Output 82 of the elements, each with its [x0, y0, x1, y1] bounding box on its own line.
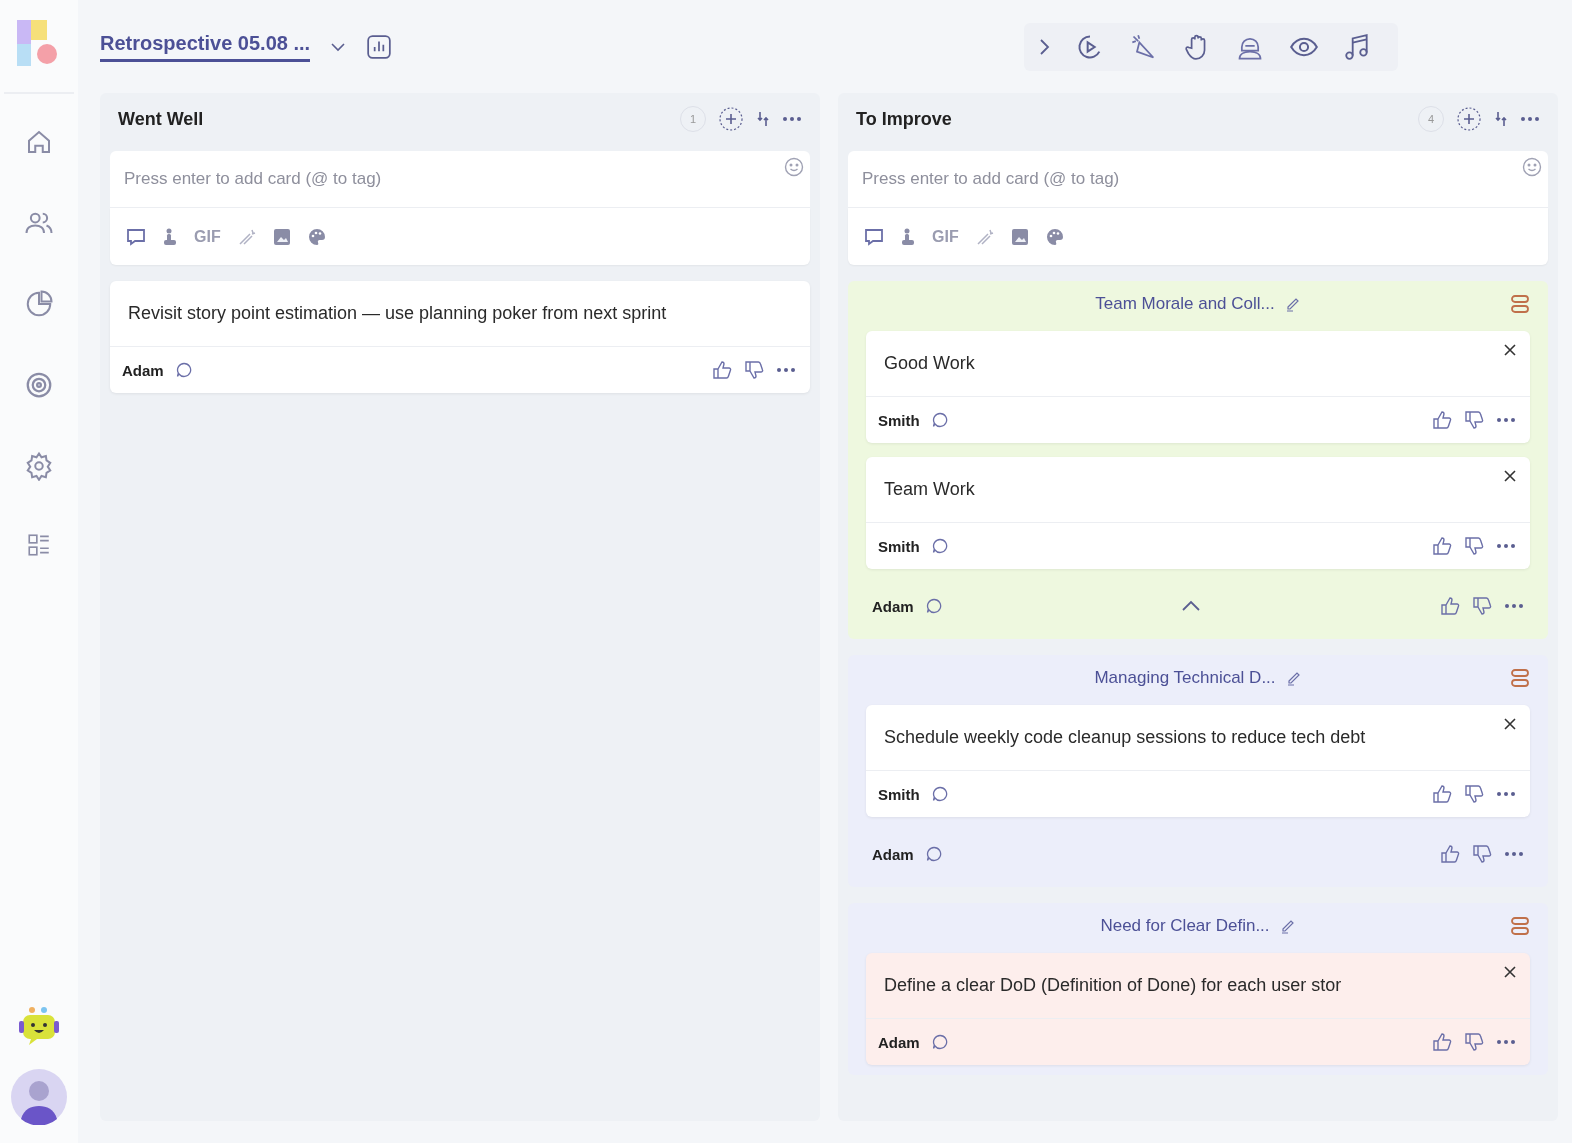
thumbs-up-icon[interactable] [1432, 784, 1452, 804]
card-text: Schedule weekly code cleanup sessions to reduce tech debt [866, 705, 1530, 771]
thumbs-up-icon[interactable] [1432, 536, 1452, 556]
pencil-icon[interactable] [1285, 670, 1302, 686]
music-note-icon[interactable] [1344, 32, 1370, 61]
close-icon[interactable] [1504, 966, 1516, 978]
chevron-up-icon[interactable] [1180, 600, 1201, 612]
thumbs-down-icon[interactable] [1472, 596, 1492, 616]
add-icon[interactable] [1456, 106, 1482, 132]
comment-icon[interactable] [925, 598, 942, 614]
more-icon[interactable] [1496, 543, 1516, 549]
column-title: Went Well [118, 108, 205, 130]
avatar-icon[interactable] [11, 1069, 67, 1125]
pencil-icon[interactable] [1279, 918, 1296, 934]
more-icon[interactable] [1496, 791, 1516, 797]
close-icon[interactable] [1504, 344, 1516, 356]
image-icon[interactable] [1010, 227, 1029, 246]
author-name: Smith [878, 537, 920, 555]
more-icon[interactable] [1520, 116, 1540, 122]
author-name: Adam [878, 1033, 920, 1051]
thumbs-down-icon[interactable] [1464, 536, 1484, 556]
add-card-field[interactable]: Press enter to add card (@ to tag) [848, 151, 1548, 208]
group-title[interactable]: Team Morale and Coll... [1095, 294, 1275, 314]
comment-icon[interactable] [126, 227, 146, 246]
author-name: Smith [878, 785, 920, 803]
thumbs-down-icon[interactable] [744, 360, 764, 380]
author-name: Adam [122, 361, 164, 379]
chevron-down-icon[interactable] [330, 41, 347, 52]
comment-icon[interactable] [931, 412, 948, 428]
more-icon[interactable] [1496, 1039, 1516, 1045]
ungroup-icon[interactable] [1510, 917, 1530, 935]
thumbs-up-icon[interactable] [1440, 844, 1460, 864]
more-icon[interactable] [1496, 417, 1516, 423]
card-text: Team Work [866, 457, 1530, 523]
sort-icon[interactable] [756, 110, 770, 128]
thumbs-down-icon[interactable] [1464, 410, 1484, 430]
add-icon[interactable] [718, 106, 744, 132]
ungroup-icon[interactable] [1510, 295, 1530, 313]
thumbs-up-icon[interactable] [1440, 596, 1460, 616]
card-text: Revisit story point estimation — use planning poker from next sprint [110, 281, 810, 347]
group-title[interactable]: Managing Technical D... [1094, 668, 1276, 688]
more-icon[interactable] [776, 367, 796, 373]
ungroup-icon[interactable] [1510, 669, 1530, 687]
thumbs-up-icon[interactable] [1432, 1032, 1452, 1052]
author-name: Adam [872, 845, 914, 863]
palette-icon[interactable] [1045, 227, 1064, 246]
settings-icon[interactable] [24, 451, 54, 481]
author-name: Smith [878, 411, 920, 429]
sort-icon[interactable] [1494, 110, 1508, 128]
comment-icon[interactable] [931, 538, 948, 554]
comment-icon[interactable] [864, 227, 884, 246]
close-icon[interactable] [1504, 470, 1516, 482]
bar-chart-icon[interactable] [366, 33, 393, 60]
author-name: Adam [872, 597, 914, 615]
pencil-icon[interactable] [1284, 296, 1301, 312]
target-icon[interactable] [24, 370, 54, 400]
group-title[interactable]: Need for Clear Defin... [1100, 916, 1270, 936]
chevron-right-icon[interactable] [1038, 37, 1050, 56]
comment-icon[interactable] [931, 786, 948, 802]
thumbs-down-icon[interactable] [1464, 784, 1484, 804]
comment-icon[interactable] [175, 362, 192, 378]
smiley-icon[interactable] [1522, 157, 1542, 177]
thumbs-down-icon[interactable] [1472, 844, 1492, 864]
palette-icon[interactable] [307, 227, 326, 246]
card-text: Good Work [866, 331, 1530, 397]
more-icon[interactable] [782, 116, 802, 122]
thumbs-down-icon[interactable] [1464, 1032, 1484, 1052]
add-card-field[interactable]: Press enter to add card (@ to tag) [110, 151, 810, 208]
column-title: To Improve [856, 108, 953, 130]
layout-icon[interactable] [26, 532, 52, 558]
board-title[interactable]: Retrospective 05.08 ... [100, 31, 311, 62]
comment-icon[interactable] [925, 846, 942, 862]
comment-icon[interactable] [931, 1034, 948, 1050]
thumbs-up-icon[interactable] [712, 360, 732, 380]
smiley-icon[interactable] [784, 157, 804, 177]
image-icon[interactable] [272, 227, 291, 246]
card-text: Define a clear DoD (Definition of Done) for each user stor [866, 953, 1530, 1019]
thumbs-up-icon[interactable] [1432, 410, 1452, 430]
pie-chart-icon[interactable] [24, 289, 54, 319]
more-icon[interactable] [1504, 851, 1524, 857]
close-icon[interactable] [1504, 718, 1516, 730]
more-icon[interactable] [1504, 603, 1524, 609]
